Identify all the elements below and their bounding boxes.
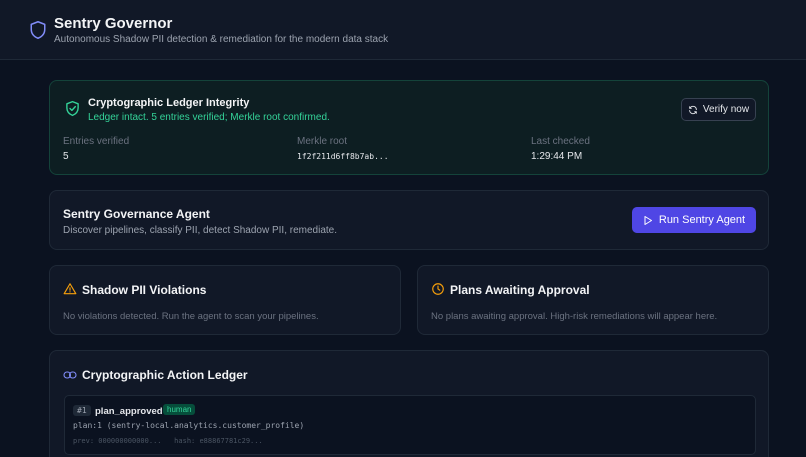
verify-now-label: Verify now xyxy=(702,104,750,115)
plans-title: Plans Awaiting Approval xyxy=(450,283,590,297)
stat-merkle-root: Merkle root 1f2f211d6ff8b7ab... xyxy=(297,136,389,161)
verify-now-button[interactable]: Verify now xyxy=(681,98,756,121)
actor-badge: human xyxy=(163,404,196,415)
violations-empty-message: No violations detected. Run the agent to… xyxy=(63,311,319,322)
ledger-entry[interactable]: #1 plan_approved human plan:1 (sentry-lo… xyxy=(64,395,756,455)
stat-value: 1f2f211d6ff8b7ab... xyxy=(297,152,389,161)
run-sentry-agent-label: Run Sentry Agent xyxy=(658,214,746,226)
stat-label: Entries verified xyxy=(63,136,130,147)
shield-logo-icon xyxy=(30,21,46,39)
governance-agent-card: Sentry Governance Agent Discover pipelin… xyxy=(49,190,769,250)
clock-icon xyxy=(432,283,444,295)
app-header: Sentry Governor Autonomous Shadow PII de… xyxy=(0,0,806,60)
play-icon xyxy=(644,215,652,225)
action-ledger-card: Cryptographic Action Ledger #1 plan_appr… xyxy=(49,350,769,457)
stat-entries-verified: Entries verified 5 xyxy=(63,136,129,162)
stat-value: 1:29:44 PM xyxy=(531,151,583,162)
stat-last-checked: Last checked 1:29:44 PM xyxy=(531,136,590,162)
link-icon xyxy=(63,371,77,379)
prev-hash: prev: 000000000000... xyxy=(73,437,162,445)
app-title: Sentry Governor xyxy=(54,15,173,32)
entry-hashes: prev: 000000000000... hash: e88867781c29… xyxy=(73,437,263,445)
stat-label: Merkle root xyxy=(297,136,348,147)
entry-detail: plan:1 (sentry-local.analytics.customer_… xyxy=(73,421,305,430)
shadow-pii-violations-card: Shadow PII Violations No violations dete… xyxy=(49,265,401,335)
plans-awaiting-approval-card: Plans Awaiting Approval No plans awaitin… xyxy=(417,265,769,335)
integrity-status-message: Ledger intact. 5 entries verified; Merkl… xyxy=(88,112,330,123)
run-sentry-agent-button[interactable]: Run Sentry Agent xyxy=(632,207,756,233)
entry-number: #1 xyxy=(73,405,91,416)
refresh-icon xyxy=(689,105,697,114)
warning-icon xyxy=(63,283,77,295)
shield-check-icon xyxy=(66,100,79,117)
agent-subtitle: Discover pipelines, classify PII, detect… xyxy=(63,225,338,236)
ledger-title: Cryptographic Action Ledger xyxy=(82,368,248,382)
agent-title: Sentry Governance Agent xyxy=(63,207,210,221)
ledger-integrity-card: Cryptographic Ledger Integrity Ledger in… xyxy=(49,80,769,175)
violations-title: Shadow PII Violations xyxy=(82,283,207,297)
entry-action: plan_approved xyxy=(95,406,163,417)
stat-label: Last checked xyxy=(531,136,590,147)
integrity-title: Cryptographic Ledger Integrity xyxy=(88,97,250,109)
app-subtitle: Autonomous Shadow PII detection & remedi… xyxy=(54,34,389,45)
entry-hash: hash: e88867781c29... xyxy=(174,437,263,445)
stat-value: 5 xyxy=(63,151,69,162)
plans-empty-message: No plans awaiting approval. High-risk re… xyxy=(431,311,718,322)
